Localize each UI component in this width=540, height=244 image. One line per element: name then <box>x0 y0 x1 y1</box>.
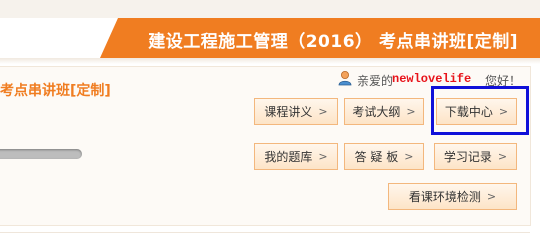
course-notes-label: 课程讲义 <box>264 105 313 119</box>
panel-title: 考点串讲班[定制] <box>0 83 111 99</box>
chevron-right-icon: > <box>486 190 497 203</box>
chevron-right-icon: > <box>497 150 508 163</box>
top-background <box>0 0 540 18</box>
course-header-banner: 建设工程施工管理（2016） 考点串讲班[定制] <box>100 18 540 58</box>
exam-outline-button[interactable]: 考试大纲 > <box>344 98 424 125</box>
course-notes-button[interactable]: 课程讲义 > <box>254 98 338 125</box>
welcome-greeting: 亲爱的 <box>357 74 394 88</box>
bottom-divider <box>0 232 530 233</box>
chevron-right-icon: > <box>318 150 328 163</box>
highlight-box <box>431 86 529 135</box>
env-check-button[interactable]: 看课环境检测 > <box>388 183 517 210</box>
course-title: 建设工程施工管理（2016） 考点串讲班[定制] <box>148 32 518 52</box>
chevron-right-icon: > <box>406 105 416 118</box>
user-icon <box>338 71 352 86</box>
qa-board-button[interactable]: 答 疑 板 > <box>344 143 424 170</box>
chevron-right-icon: > <box>404 150 414 163</box>
exam-outline-label: 考试大纲 <box>352 105 401 119</box>
env-check-label: 看课环境检测 <box>408 190 481 204</box>
question-bank-label: 我的题库 <box>264 150 313 164</box>
username: newlovelife <box>392 72 472 86</box>
qa-board-label: 答 疑 板 <box>354 150 399 164</box>
study-record-label: 学习记录 <box>443 150 492 164</box>
header-divider <box>0 58 540 64</box>
question-bank-button[interactable]: 我的题库 > <box>254 143 338 170</box>
study-record-button[interactable]: 学习记录 > <box>434 143 517 170</box>
progress-bar <box>0 149 82 159</box>
chevron-right-icon: > <box>318 105 328 118</box>
